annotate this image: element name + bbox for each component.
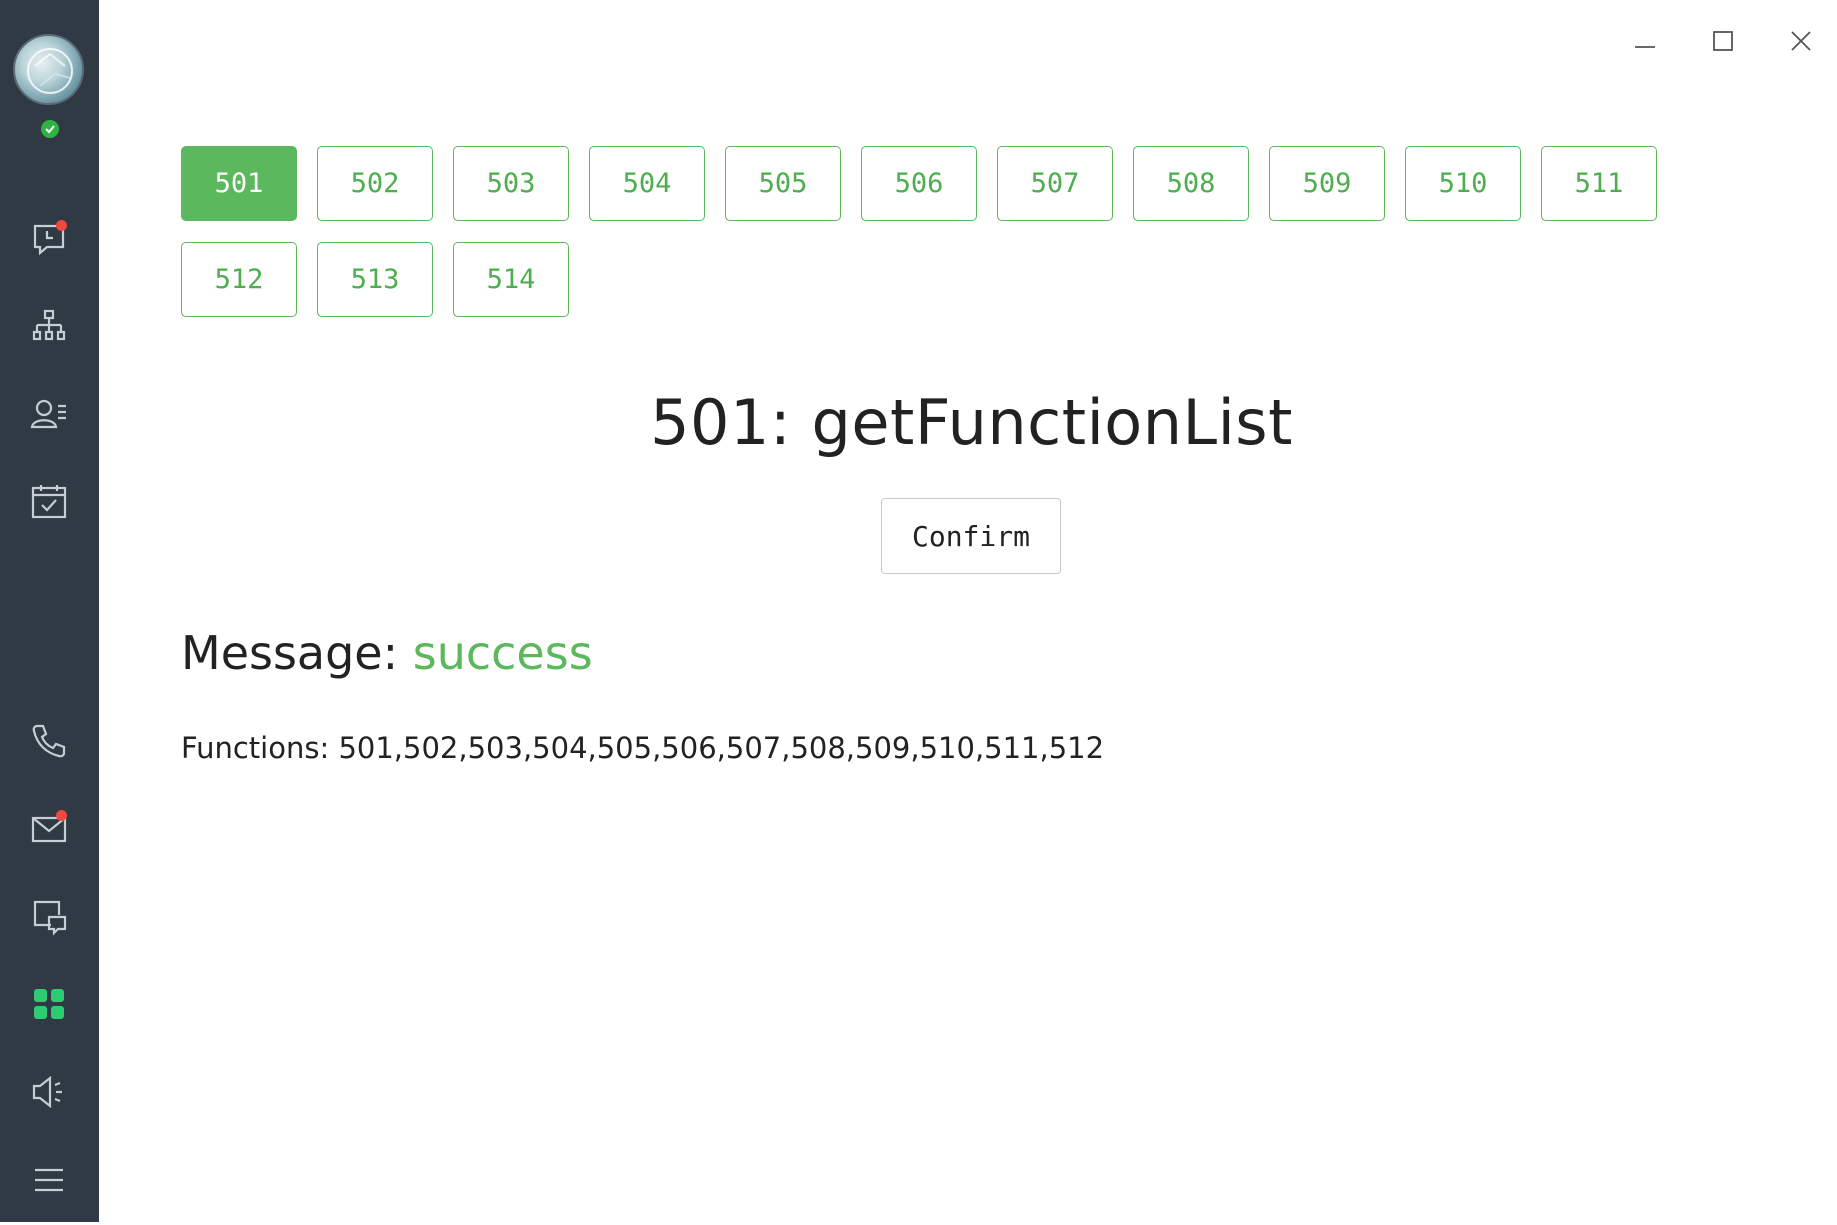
tab-503[interactable]: 503 bbox=[453, 146, 569, 221]
tab-509[interactable]: 509 bbox=[1269, 146, 1385, 221]
tab-504[interactable]: 504 bbox=[589, 146, 705, 221]
functions-label: Functions: bbox=[181, 731, 330, 765]
apps-grid-icon[interactable] bbox=[24, 979, 74, 1029]
main-content: 501 502 503 504 505 506 507 508 509 510 … bbox=[99, 0, 1837, 1222]
tab-505[interactable]: 505 bbox=[725, 146, 841, 221]
tab-508[interactable]: 508 bbox=[1133, 146, 1249, 221]
functions-line: Functions: 501,502,503,504,505,506,507,5… bbox=[181, 731, 1104, 765]
sidebar bbox=[0, 0, 99, 1222]
screen-share-icon[interactable] bbox=[24, 892, 74, 942]
tab-507[interactable]: 507 bbox=[997, 146, 1113, 221]
tab-512[interactable]: 512 bbox=[181, 242, 297, 317]
tab-513[interactable]: 513 bbox=[317, 242, 433, 317]
calendar-check-icon[interactable] bbox=[24, 477, 74, 527]
message-value: success bbox=[412, 626, 593, 680]
menu-icon[interactable] bbox=[24, 1155, 74, 1205]
notification-badge bbox=[56, 220, 67, 231]
tab-506[interactable]: 506 bbox=[861, 146, 977, 221]
message-line: Message: success bbox=[181, 626, 593, 680]
online-status-icon bbox=[41, 120, 59, 138]
function-title: 501: getFunctionList bbox=[650, 386, 1293, 459]
phone-icon[interactable] bbox=[24, 716, 74, 766]
message-label: Message: bbox=[181, 626, 399, 680]
confirm-button[interactable]: Confirm bbox=[881, 498, 1061, 574]
mail-icon[interactable] bbox=[24, 804, 74, 854]
tab-514[interactable]: 514 bbox=[453, 242, 569, 317]
chat-icon[interactable] bbox=[24, 214, 74, 264]
tab-510[interactable]: 510 bbox=[1405, 146, 1521, 221]
tab-501[interactable]: 501 bbox=[181, 146, 297, 221]
speaker-icon[interactable] bbox=[24, 1067, 74, 1117]
org-chart-icon[interactable] bbox=[24, 302, 74, 352]
notification-badge bbox=[56, 810, 67, 821]
contacts-icon[interactable] bbox=[24, 389, 74, 439]
tab-511[interactable]: 511 bbox=[1541, 146, 1657, 221]
app-window: 501 502 503 504 505 506 507 508 509 510 … bbox=[0, 0, 1837, 1225]
tab-502[interactable]: 502 bbox=[317, 146, 433, 221]
avatar[interactable] bbox=[13, 34, 84, 105]
functions-value: 501,502,503,504,505,506,507,508,509,510,… bbox=[338, 731, 1105, 765]
